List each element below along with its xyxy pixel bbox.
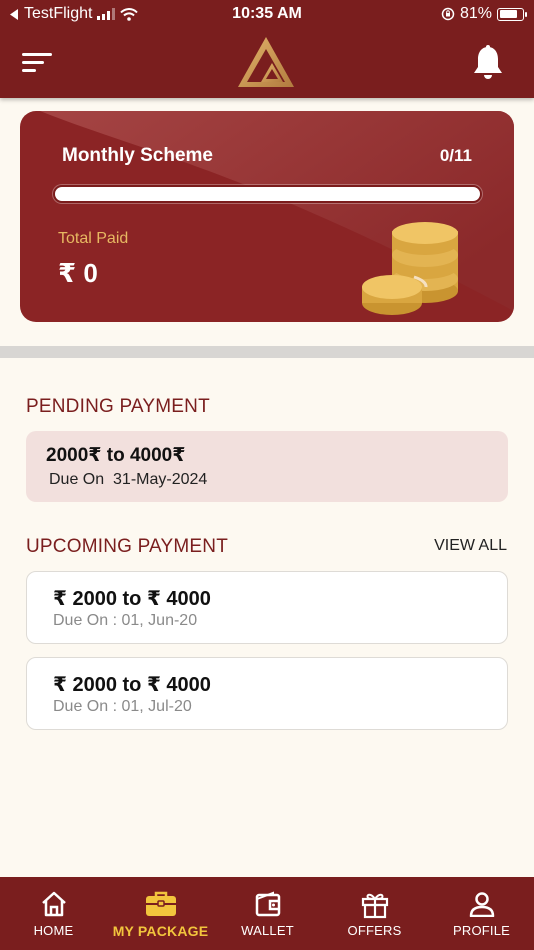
upcoming-payment-card[interactable]: ₹ 2000 to ₹ 4000 Due On : 01, Jun-20 — [26, 571, 508, 644]
tab-my-package[interactable]: MY PACKAGE — [107, 877, 214, 950]
scheme-title: Monthly Scheme — [62, 145, 213, 166]
total-paid-label: Total Paid — [58, 230, 129, 247]
status-bar: TestFlight 10:35 AM 81% — [0, 0, 534, 28]
scheme-progress-bar — [53, 185, 482, 203]
upcoming-amount: ₹ 2000 to ₹ 4000 — [53, 588, 211, 610]
scheme-card[interactable]: Monthly Scheme 0/11 Total Paid ₹ 0 — [20, 111, 514, 322]
status-right: 81% — [441, 5, 527, 23]
pending-amount: 2000₹ to 4000₹ — [46, 445, 186, 466]
pending-due: Due On 31-May-2024 — [49, 471, 207, 489]
pending-payment-card[interactable]: 2000₹ to 4000₹ Due On 31-May-2024 — [26, 431, 508, 502]
rotation-lock-icon — [441, 7, 455, 21]
upcoming-due: Due On : 01, Jun-20 — [53, 612, 198, 629]
menu-icon[interactable] — [22, 51, 54, 75]
tab-my-package-label: MY PACKAGE — [112, 923, 209, 939]
pending-due-date: 31-May-2024 — [113, 471, 208, 488]
tab-profile-label: PROFILE — [452, 923, 511, 938]
tab-offers[interactable]: OFFERS — [321, 877, 428, 950]
tab-offers-label: OFFERS — [347, 923, 402, 938]
wallet-icon — [255, 891, 280, 917]
total-paid-amount: ₹ 0 — [58, 258, 98, 288]
upcoming-due: Due On : 01, Jul-20 — [53, 698, 192, 715]
upcoming-payment-title: UPCOMING PAYMENT — [26, 536, 229, 557]
section-divider — [0, 346, 534, 358]
tab-profile[interactable]: PROFILE — [428, 877, 534, 950]
gold-coins-icon — [362, 222, 458, 315]
battery-level-fill — [499, 10, 518, 18]
upcoming-amount: ₹ 2000 to ₹ 4000 — [53, 674, 211, 696]
tab-home[interactable]: HOME — [0, 877, 107, 950]
briefcase-icon — [145, 891, 176, 916]
bottom-tab-bar: HOME MY PACKAGE WALLET OFFERS PROFILE — [0, 877, 534, 950]
battery-icon — [497, 7, 527, 21]
tab-wallet[interactable]: WALLET — [214, 877, 321, 950]
app-header: TestFlight 10:35 AM 81% — [0, 0, 534, 98]
battery-percent: 81% — [459, 5, 492, 22]
view-all-link[interactable]: VIEW ALL — [434, 537, 507, 555]
pending-payment-title: PENDING PAYMENT — [26, 396, 210, 417]
tab-wallet-label: WALLET — [241, 923, 294, 938]
upcoming-payment-card[interactable]: ₹ 2000 to ₹ 4000 Due On : 01, Jul-20 — [26, 657, 508, 730]
installment-count: 0/11 — [439, 146, 472, 165]
home-icon — [41, 891, 66, 917]
triangle-logo-icon — [238, 37, 294, 87]
pending-due-label: Due On — [49, 471, 105, 488]
tab-home-label: HOME — [33, 923, 74, 938]
gift-icon — [361, 893, 388, 919]
bell-icon[interactable] — [470, 44, 506, 82]
user-icon — [469, 892, 494, 917]
